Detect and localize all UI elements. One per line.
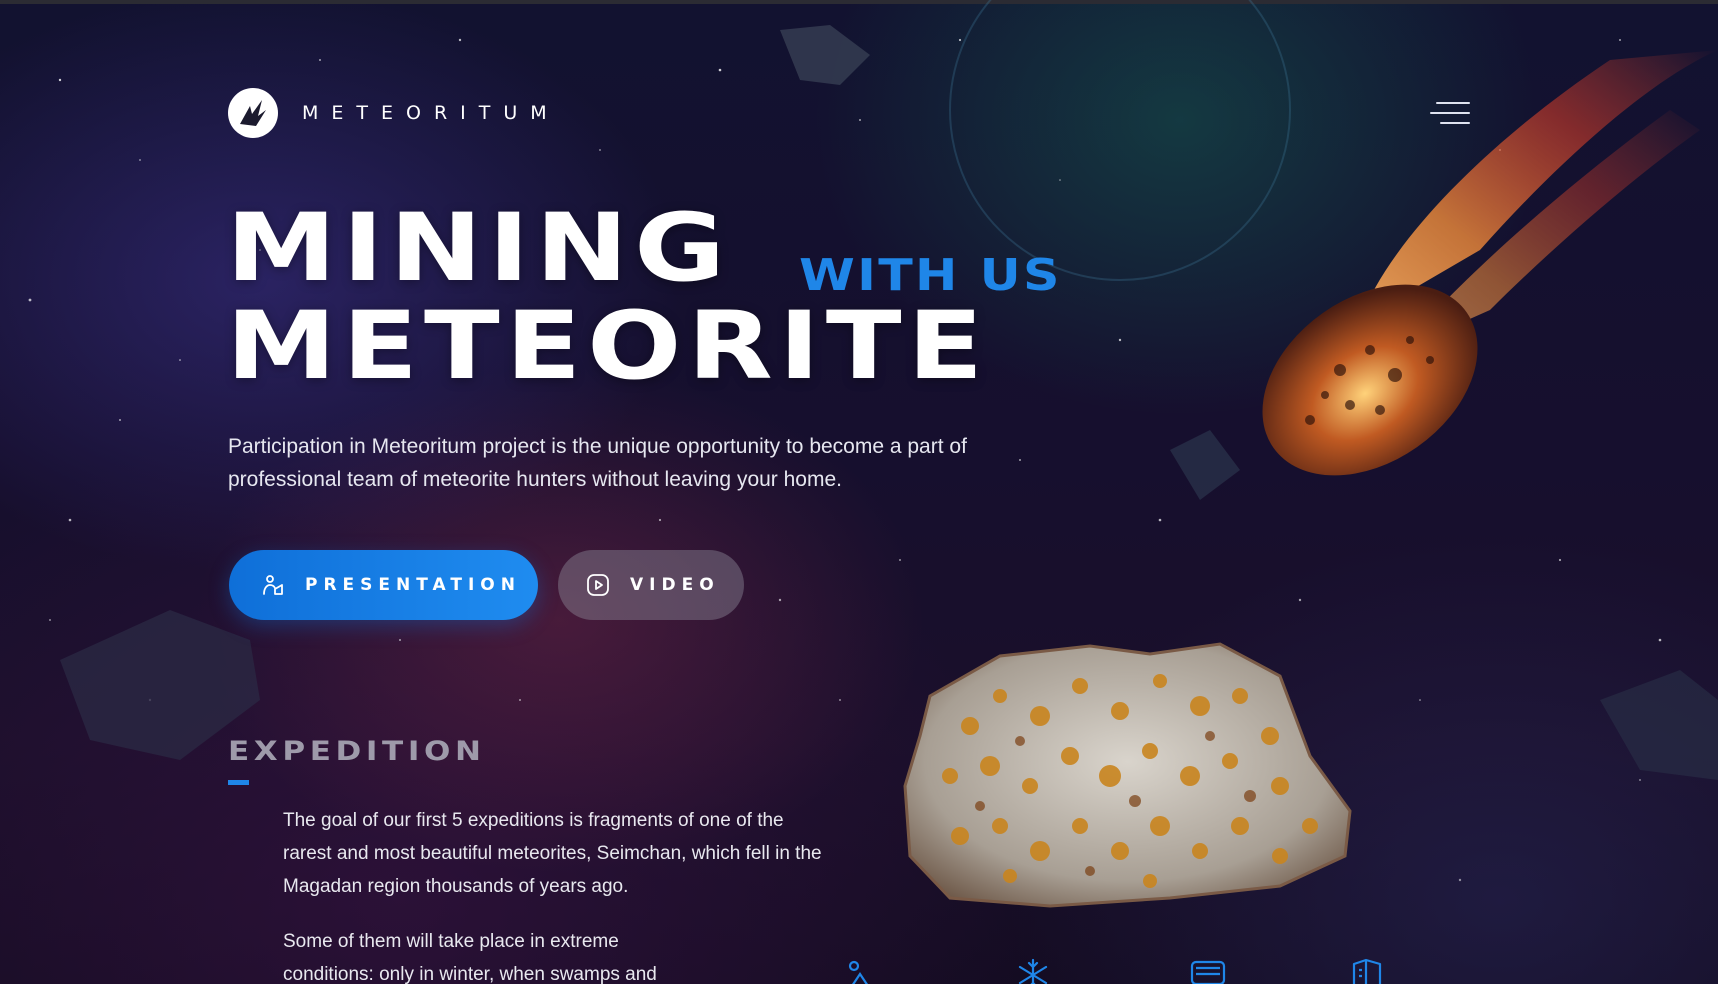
heading-accent-bar — [228, 780, 249, 785]
snowflake-icon — [1016, 958, 1050, 984]
flaming-meteor-illustration — [1262, 50, 1718, 476]
hiker-icon — [848, 958, 882, 984]
feature-icons-row — [0, 958, 1718, 984]
presentation-person-icon — [261, 573, 285, 597]
presentation-button-label: PRESENTATION — [305, 575, 521, 595]
expedition-paragraph-1: The goal of our first 5 expeditions is f… — [283, 810, 822, 897]
brand-name: METEORITUM — [302, 102, 560, 124]
hamburger-menu-icon[interactable] — [1430, 100, 1470, 130]
video-button-label: VIDEO — [630, 575, 720, 595]
book-icon — [1350, 958, 1384, 984]
pallasite-meteorite-image — [903, 642, 1352, 908]
brand-logo[interactable]: METEORITUM — [228, 88, 560, 138]
meteoritum-logo-icon — [228, 88, 278, 138]
hero-title: MINING METEORITE — [226, 200, 983, 396]
expedition-heading: EXPEDITION — [228, 736, 486, 767]
hero-description: Participation in Meteoritum project is t… — [228, 435, 967, 491]
vehicle-icon — [1190, 958, 1226, 984]
page: METEORITUM MINING METEORITE WITH US Part… — [0, 0, 1718, 984]
play-icon — [586, 573, 610, 597]
hero-title-line-2: METEORITE — [226, 292, 990, 401]
hero-accent-text: WITH US — [799, 250, 1062, 301]
video-button[interactable]: VIDEO — [558, 550, 744, 620]
presentation-button[interactable]: PRESENTATION — [229, 550, 538, 620]
